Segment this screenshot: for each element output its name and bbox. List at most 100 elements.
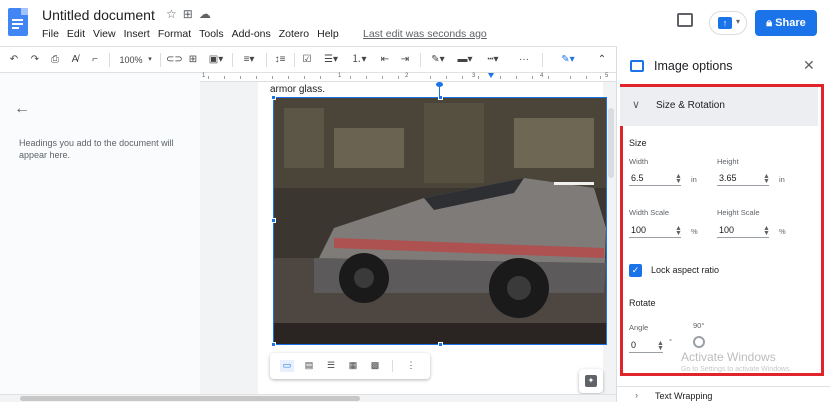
- last-edit-link[interactable]: Last edit was seconds ago: [363, 28, 487, 40]
- text-wrapping-section-header[interactable]: › Text Wrapping: [617, 386, 830, 402]
- image-options-panel: Image options ✕ ∨ Size & Rotation Size W…: [616, 46, 830, 402]
- width-field[interactable]: 6.5: [629, 170, 681, 186]
- chevron-down-icon[interactable]: ▾: [146, 52, 154, 68]
- present-icon: ↑: [718, 17, 732, 29]
- document-canvas: armor glass. ▭ ▤ ☰ ▦ ▩ ⋮ ✦: [200, 82, 616, 394]
- menu-tools[interactable]: Tools: [199, 28, 224, 40]
- height-field[interactable]: 3.65: [717, 170, 769, 186]
- move-folder-icon[interactable]: ⊞: [183, 7, 199, 21]
- undo-icon[interactable]: ↶: [8, 52, 20, 68]
- spellcheck-icon[interactable]: A̸: [68, 52, 82, 68]
- bulleted-list-icon[interactable]: ☰▾: [320, 52, 342, 68]
- comment-history-icon[interactable]: [677, 13, 693, 27]
- break-text-icon[interactable]: ☰: [324, 360, 338, 372]
- indent-marker-icon[interactable]: [488, 73, 494, 78]
- lock-aspect-label: Lock aspect ratio: [651, 265, 720, 275]
- chevron-right-icon: ›: [635, 390, 638, 400]
- height-scale-unit: %: [779, 227, 786, 236]
- menu-edit[interactable]: Edit: [67, 28, 85, 40]
- insert-image-icon[interactable]: ▣▾: [206, 52, 226, 68]
- print-icon[interactable]: ⎙: [48, 52, 62, 68]
- width-scale-stepper[interactable]: ▲ ▼: [675, 225, 682, 237]
- menu-insert[interactable]: Insert: [124, 28, 150, 40]
- docs-logo-icon[interactable]: [8, 8, 28, 36]
- size-heading: Size: [629, 138, 647, 148]
- decrease-indent-icon[interactable]: ⇤: [378, 52, 392, 68]
- image-inline-toolbar: ▭ ▤ ☰ ▦ ▩ ⋮: [270, 353, 430, 379]
- link-icon[interactable]: ⊂⊃: [166, 52, 183, 68]
- document-page[interactable]: armor glass. ▭ ▤ ☰ ▦ ▩ ⋮: [258, 82, 607, 394]
- more-options-icon[interactable]: ⋮: [404, 360, 418, 372]
- menu-view[interactable]: View: [93, 28, 116, 40]
- back-arrow-icon[interactable]: ←: [14, 100, 30, 118]
- menu-file[interactable]: File: [42, 28, 59, 40]
- height-scale-field[interactable]: 100: [717, 222, 769, 238]
- explore-button[interactable]: ✦: [579, 369, 603, 393]
- title-actions: ☆⊞☁: [166, 7, 217, 21]
- angle-label: Angle: [629, 323, 649, 332]
- checklist-icon[interactable]: ☑: [300, 52, 314, 68]
- width-scale-field[interactable]: 100: [629, 222, 681, 238]
- image-icon: [630, 60, 644, 72]
- ruler-number: 1: [338, 73, 342, 79]
- height-label: Height: [717, 157, 739, 166]
- rotate-90-icon[interactable]: [693, 336, 705, 348]
- redo-icon[interactable]: ↷: [29, 52, 41, 68]
- border-dash-icon[interactable]: ┅▾: [482, 52, 504, 68]
- star-icon[interactable]: ☆: [166, 7, 183, 21]
- width-label: Width: [629, 157, 649, 166]
- rotate-90-label: 90°: [693, 321, 705, 330]
- ruler-number: 5: [605, 73, 609, 79]
- menu-addons[interactable]: Add-ons: [232, 28, 271, 40]
- menu-zotero[interactable]: Zotero: [279, 28, 309, 40]
- menu-help[interactable]: Help: [317, 28, 339, 40]
- wrap-text-icon[interactable]: ▤: [302, 360, 316, 372]
- front-of-text-icon[interactable]: ▩: [368, 360, 382, 372]
- cloud-status-icon[interactable]: ☁: [199, 7, 217, 21]
- vertical-scrollbar[interactable]: [608, 108, 614, 178]
- collapse-toolbar-icon[interactable]: ⌃: [596, 52, 608, 68]
- menu-format[interactable]: Format: [158, 28, 191, 40]
- truck-photo: [274, 98, 606, 344]
- height-unit: in: [779, 175, 785, 184]
- size-rotation-section-header[interactable]: ∨ Size & Rotation: [620, 87, 818, 126]
- body-text[interactable]: armor glass.: [270, 84, 325, 95]
- selected-image[interactable]: [273, 97, 607, 345]
- lock-icon: 🔒︎: [766, 17, 773, 29]
- panel-title: Image options: [654, 59, 733, 73]
- document-outline: ← Headings you add to the document will …: [0, 82, 200, 402]
- width-unit: in: [691, 175, 697, 184]
- angle-stepper[interactable]: ▲ ▼: [657, 340, 664, 352]
- activate-windows-watermark: Activate Windows: [681, 350, 776, 364]
- height-stepper[interactable]: ▲ ▼: [763, 173, 770, 185]
- app-window: Untitled document ☆⊞☁ File Edit View Ins…: [0, 0, 830, 402]
- width-stepper[interactable]: ▲ ▼: [675, 173, 682, 185]
- line-spacing-icon[interactable]: ↕≡: [272, 52, 288, 68]
- close-icon[interactable]: ✕: [803, 57, 815, 74]
- document-title[interactable]: Untitled document: [42, 7, 155, 23]
- share-label: Share: [775, 17, 806, 29]
- ruler[interactable]: 1 1 2 3 4 5: [200, 73, 616, 82]
- degree-symbol: °: [669, 337, 672, 346]
- add-comment-icon[interactable]: ⊞: [186, 52, 200, 68]
- increase-indent-icon[interactable]: ⇥: [398, 52, 412, 68]
- more-options-icon[interactable]: ···: [516, 52, 532, 68]
- zoom-select[interactable]: 100%: [116, 52, 146, 68]
- activate-windows-subtext: Go to Settings to activate Windows.: [681, 366, 792, 373]
- behind-text-icon[interactable]: ▦: [346, 360, 360, 372]
- align-icon[interactable]: ≡▾: [238, 52, 260, 68]
- border-color-icon[interactable]: ✎▾: [428, 52, 448, 68]
- rotate-handle[interactable]: [436, 82, 443, 87]
- editing-mode-icon[interactable]: ✎▾: [556, 52, 580, 68]
- border-weight-icon[interactable]: ▬▾: [454, 52, 476, 68]
- lock-aspect-checkbox[interactable]: ✓: [629, 264, 642, 277]
- inline-wrap-icon[interactable]: ▭: [280, 360, 294, 372]
- height-scale-stepper[interactable]: ▲ ▼: [763, 225, 770, 237]
- numbered-list-icon[interactable]: ⒈▾: [348, 52, 370, 68]
- horizontal-scrollbar[interactable]: [0, 394, 616, 402]
- width-scale-label: Width Scale: [629, 208, 670, 217]
- paint-format-icon[interactable]: ⌐: [88, 52, 102, 68]
- present-button[interactable]: ↑ ▾: [709, 11, 747, 35]
- share-button[interactable]: 🔒︎ Share: [755, 10, 817, 36]
- header: Untitled document ☆⊞☁ File Edit View Ins…: [0, 0, 830, 46]
